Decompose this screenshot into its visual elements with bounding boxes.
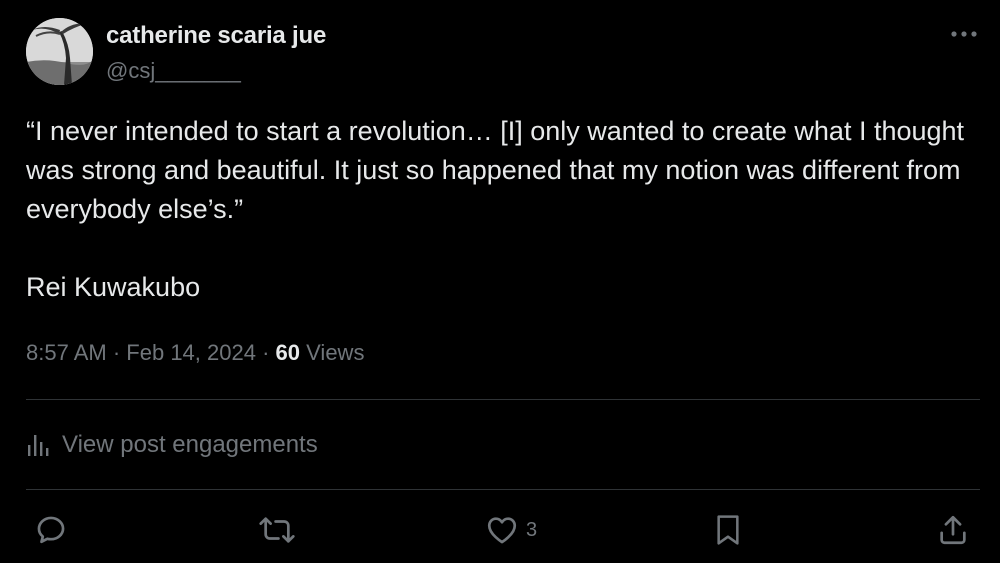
post-date[interactable]: Feb 14, 2024	[126, 340, 256, 365]
like-button[interactable]: 3	[484, 512, 537, 548]
view-engagements-button[interactable]: View post engagements	[26, 428, 318, 462]
post-text: “I never intended to start a revolution……	[26, 112, 976, 307]
views-count: 60	[275, 340, 301, 365]
avatar-photo	[26, 18, 93, 85]
avatar[interactable]	[26, 18, 93, 85]
post-time[interactable]: 8:57 AM	[26, 340, 107, 365]
more-options-button[interactable]	[944, 22, 984, 46]
post-attribution: Rei Kuwakubo	[26, 272, 201, 302]
view-engagements-label: View post engagements	[62, 431, 318, 458]
share-icon	[940, 515, 966, 545]
author-name[interactable]: catherine scaria jue	[106, 22, 326, 50]
bookmark-button[interactable]	[712, 512, 750, 548]
post-quote: “I never intended to start a revolution……	[26, 116, 965, 224]
reply-icon	[37, 516, 65, 544]
repost-icon	[259, 517, 295, 543]
divider	[26, 489, 980, 490]
more-dots-icon	[951, 31, 977, 37]
author-handle[interactable]: @csj_______	[106, 58, 241, 84]
post-detail: catherine scaria jue @csj_______ “I neve…	[0, 0, 1000, 563]
views-label: Views	[306, 340, 365, 365]
post-meta: 8:57 AM · Feb 14, 2024 · 60 Views	[26, 340, 364, 366]
divider	[26, 399, 980, 400]
like-count: 3	[526, 518, 538, 541]
analytics-icon	[28, 435, 49, 456]
bookmark-icon	[717, 515, 739, 545]
share-button[interactable]	[936, 512, 976, 548]
repost-button[interactable]	[258, 512, 302, 548]
meta-separator: ·	[262, 340, 270, 365]
heart-icon	[487, 517, 517, 544]
meta-separator: ·	[112, 340, 121, 365]
reply-button[interactable]	[34, 512, 74, 548]
